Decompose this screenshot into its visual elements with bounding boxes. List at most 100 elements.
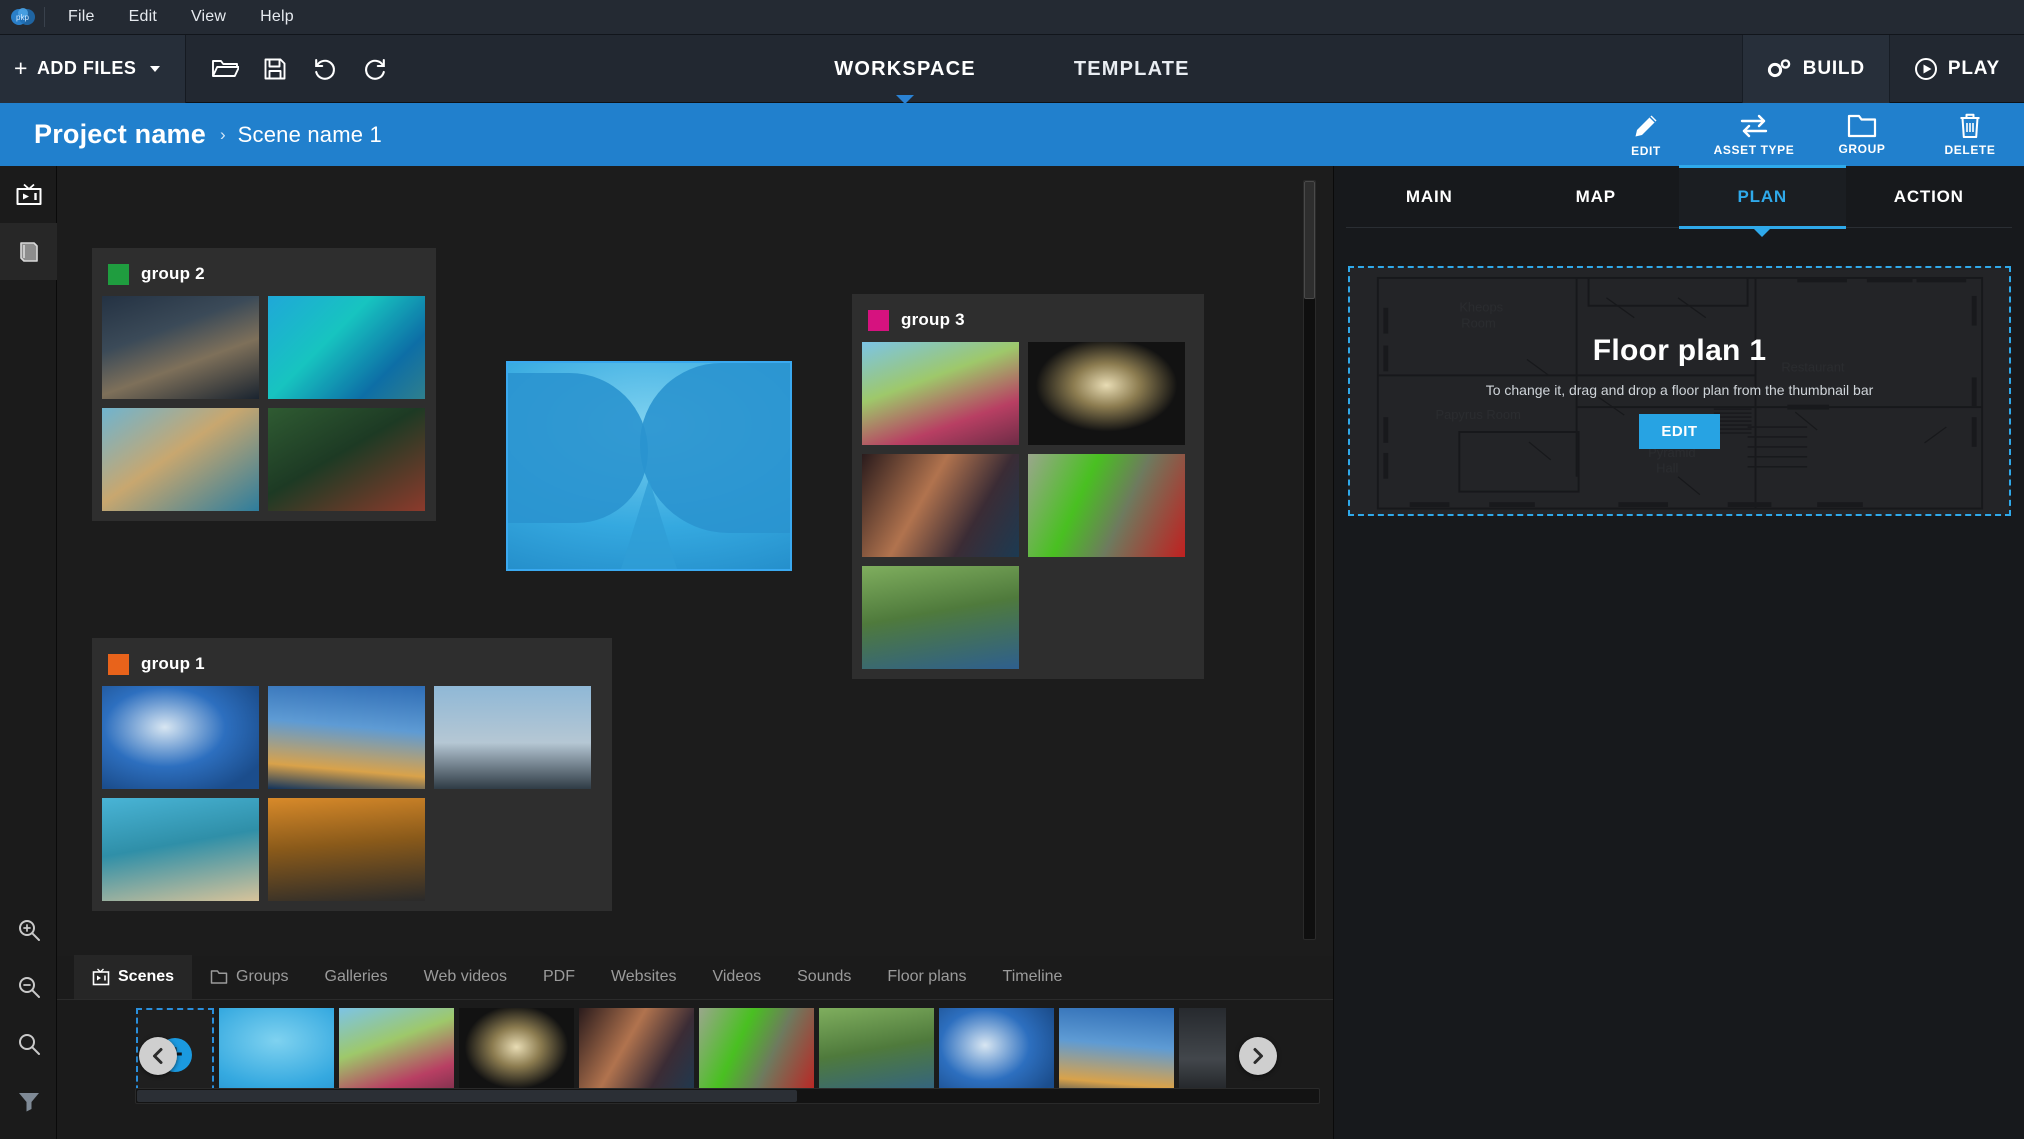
rail-item-filter[interactable] (0, 1072, 57, 1129)
menu-item-file[interactable]: File (51, 3, 112, 31)
library-tab-label: PDF (542, 968, 575, 985)
asset-type-button[interactable]: ASSET TYPE (1700, 103, 1808, 166)
scrollbar-thumb[interactable] (1304, 181, 1315, 299)
redo-icon[interactable] (354, 48, 396, 90)
rail-item-zoom-out[interactable] (0, 958, 57, 1015)
library-tab-galleries[interactable]: Galleries (307, 955, 406, 999)
floor-plan-dropzone[interactable]: Kheops Room Papyrus Room Restaurant Pyram… (1348, 266, 2011, 516)
scrollbar-thumb[interactable] (137, 1090, 797, 1102)
floor-plan-edit-button[interactable]: EDIT (1639, 413, 1720, 449)
group-container-3[interactable]: group 3 (852, 294, 1204, 679)
library-tab-floor-plans[interactable]: Floor plans (869, 955, 984, 999)
asset-tile[interactable] (268, 686, 425, 789)
menu-item-view[interactable]: View (174, 3, 243, 31)
scroll-left-button[interactable] (139, 1037, 177, 1075)
scenes-icon (92, 968, 110, 986)
scroll-right-button[interactable] (1239, 1037, 1277, 1075)
library-tab-scenes[interactable]: Scenes (74, 955, 193, 999)
tab-map[interactable]: MAP (1513, 166, 1680, 228)
asset-tile[interactable] (268, 798, 425, 901)
menu-divider (44, 7, 45, 27)
asset-tile[interactable] (102, 798, 259, 901)
open-folder-icon[interactable] (204, 48, 246, 90)
tab-plan[interactable]: PLAN (1679, 164, 1846, 237)
chevron-left-icon (153, 1048, 163, 1064)
floor-plan-title: Floor plan 1 (1592, 333, 1767, 367)
library-tab-videos[interactable]: Videos (694, 955, 779, 999)
library-tab-label: Galleries (324, 968, 388, 985)
plus-icon: + (14, 55, 28, 81)
workspace-canvas[interactable]: group 2 group 3 group 1 (57, 166, 1333, 956)
tab-template[interactable]: TEMPLATE (1064, 52, 1200, 87)
group-color-swatch (108, 263, 129, 285)
library-tab-timeline[interactable]: Timeline (985, 955, 1081, 999)
scene-name[interactable]: Scene name 1 (238, 122, 382, 148)
group-header: group 3 (862, 304, 1194, 336)
library-tab-websites[interactable]: Websites (593, 955, 695, 999)
menu-item-help[interactable]: Help (243, 3, 311, 31)
build-label: BUILD (1802, 57, 1865, 79)
save-icon[interactable] (254, 48, 296, 90)
tab-workspace[interactable]: WORKSPACE (824, 52, 986, 87)
build-button[interactable]: BUILD (1741, 34, 1889, 103)
zoom-in-icon (18, 919, 40, 941)
library-tab-label: Groups (236, 968, 289, 985)
asset-tile[interactable] (102, 296, 259, 399)
folder-icon (1847, 114, 1877, 138)
svg-text:Papyrus Room: Papyrus Room (1435, 407, 1520, 422)
rail-item-media-player[interactable] (0, 166, 57, 223)
group-container-1[interactable]: group 1 (92, 638, 612, 911)
asset-library-bar: Scenes Groups Galleries Web videos PDF W… (57, 955, 1333, 1139)
group-label: GROUP (1838, 142, 1886, 156)
library-tab-label: Web videos (423, 968, 507, 985)
left-rail (0, 166, 57, 1139)
group-container-2[interactable]: group 2 (92, 248, 436, 521)
chevron-down-icon[interactable] (150, 65, 161, 72)
svg-text:pkp: pkp (16, 13, 29, 22)
menu-bar: pkp File Edit View Help (0, 0, 2024, 35)
floor-plan-hint: To change it, drag and drop a floor plan… (1485, 381, 1874, 398)
asset-tile[interactable] (102, 686, 259, 789)
edit-label: EDIT (1631, 144, 1661, 158)
library-tab-pdf[interactable]: PDF (525, 955, 593, 999)
add-files-label: ADD FILES (36, 58, 137, 78)
project-name[interactable]: Project name (34, 119, 206, 150)
asset-tile[interactable] (862, 342, 1019, 445)
undo-icon[interactable] (304, 48, 346, 90)
group-tiles (862, 342, 1194, 669)
asset-tile[interactable] (862, 454, 1019, 557)
application-window: pkp File Edit View Help + ADD FILES BUIL… (0, 0, 2024, 1139)
breadcrumb-separator: › (219, 124, 226, 144)
asset-tile[interactable] (1028, 342, 1185, 445)
asset-tile[interactable] (268, 296, 425, 399)
asset-tile[interactable] (268, 408, 425, 511)
tab-main[interactable]: MAIN (1346, 166, 1513, 228)
thumbnail-horizontal-scrollbar[interactable] (135, 1088, 1320, 1104)
library-tab-groups[interactable]: Groups (192, 955, 306, 999)
canvas-vertical-scrollbar[interactable] (1303, 180, 1316, 940)
book-icon (19, 241, 38, 262)
play-label: PLAY (1947, 57, 2000, 79)
asset-tile[interactable] (862, 566, 1019, 669)
asset-tile[interactable] (434, 686, 591, 789)
delete-label: DELETE (1944, 143, 1996, 157)
selected-scene-asset[interactable] (506, 361, 792, 571)
play-button[interactable]: PLAY (1888, 34, 2024, 103)
tab-plan-label: PLAN (1737, 186, 1787, 206)
toolbar-right-actions: BUILD PLAY (1741, 34, 2024, 103)
tab-action[interactable]: ACTION (1846, 166, 2013, 228)
edit-button[interactable]: EDIT (1592, 103, 1700, 166)
group-button[interactable]: GROUP (1808, 103, 1916, 166)
rail-item-zoom-in[interactable] (0, 901, 57, 958)
delete-button[interactable]: DELETE (1916, 103, 2024, 166)
group-title: group 3 (901, 310, 965, 329)
asset-tile[interactable] (102, 408, 259, 511)
library-tab-sounds[interactable]: Sounds (779, 955, 869, 999)
library-tab-web-videos[interactable]: Web videos (406, 955, 525, 999)
asset-tile[interactable] (1028, 454, 1185, 557)
rail-item-search[interactable] (0, 1015, 57, 1072)
menu-item-edit[interactable]: Edit (112, 3, 174, 31)
add-files-button[interactable]: + ADD FILES (0, 34, 186, 103)
chevron-right-icon (1253, 1048, 1263, 1064)
rail-item-library[interactable] (0, 223, 57, 280)
